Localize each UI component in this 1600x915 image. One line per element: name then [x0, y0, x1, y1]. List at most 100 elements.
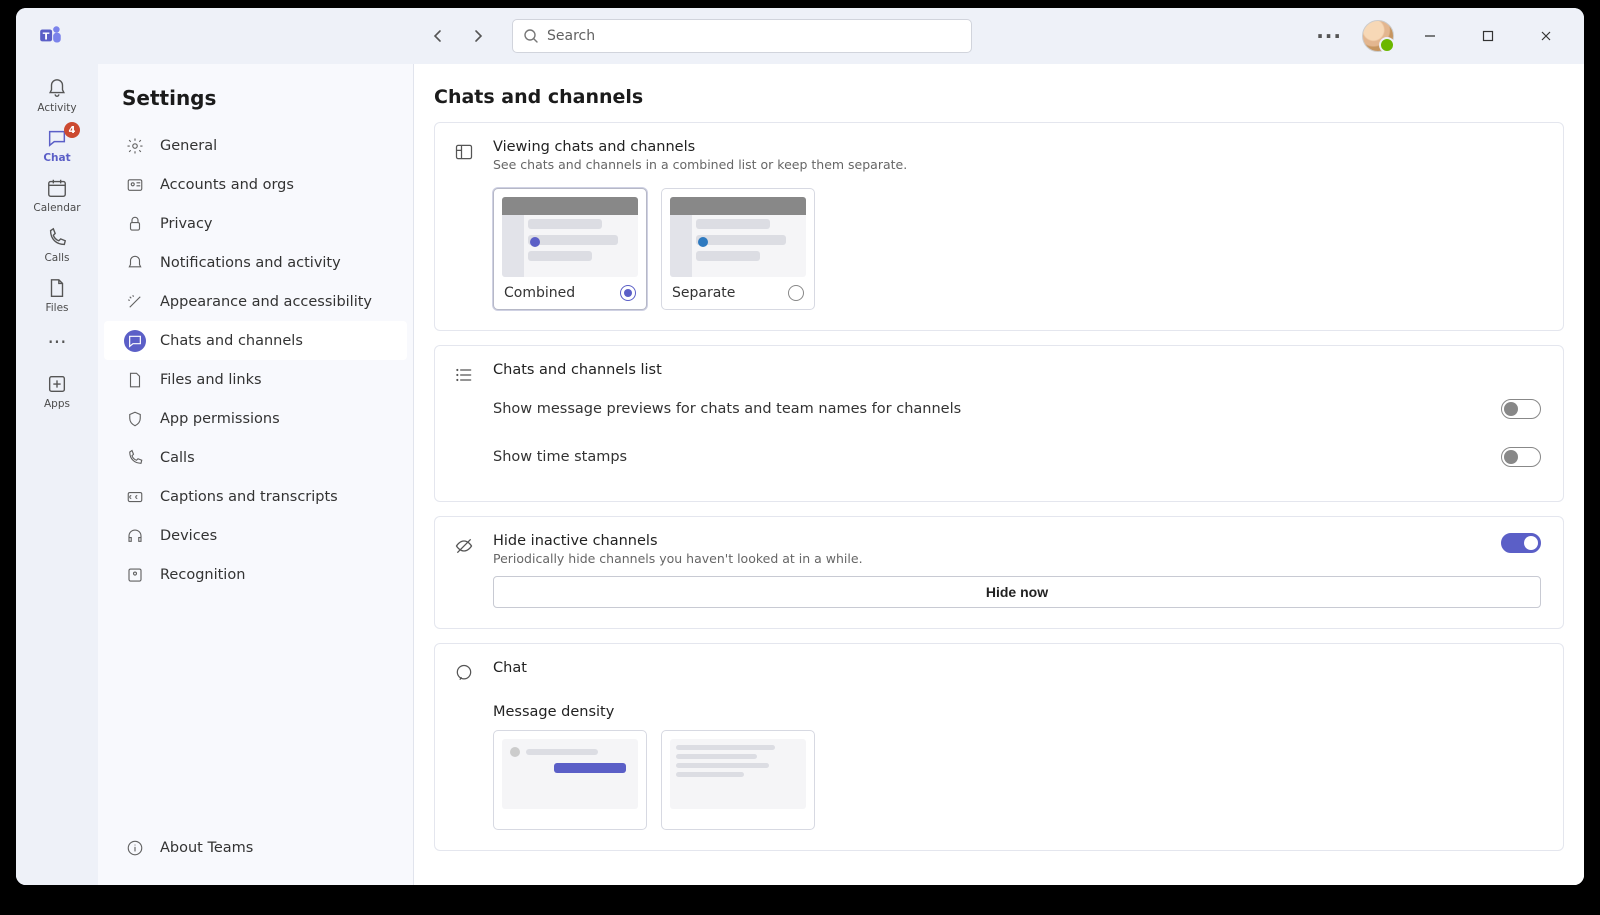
nav-notifications[interactable]: Notifications and activity [104, 243, 407, 282]
rail-more-button[interactable]: ··· [37, 320, 76, 364]
teams-logo-icon: T [26, 8, 76, 64]
rail-label: Calls [44, 252, 69, 264]
chat-icon [451, 660, 477, 830]
nav-forward-button[interactable] [462, 20, 494, 52]
list-card: Chats and channels list Show message pre… [434, 345, 1564, 502]
rail-activity[interactable]: Activity [24, 70, 90, 118]
nav-back-button[interactable] [422, 20, 454, 52]
search-input[interactable]: Search [512, 19, 972, 53]
apps-icon [45, 372, 69, 396]
option-label: Combined [504, 285, 575, 301]
view-option-combined[interactable]: Combined [493, 188, 647, 310]
nav-chats-and-channels[interactable]: Chats and channels [104, 321, 407, 360]
rail-label: Calendar [33, 202, 80, 214]
viewing-title: Viewing chats and channels [493, 139, 1541, 155]
file-icon [45, 276, 69, 300]
rail-apps[interactable]: Apps [24, 366, 90, 414]
calendar-icon [45, 176, 69, 200]
rail-label: Apps [44, 398, 70, 410]
eye-off-icon [451, 533, 477, 608]
window-maximize-button[interactable] [1466, 20, 1510, 52]
list-icon [451, 362, 477, 385]
setting-previews-label: Show message previews for chats and team… [493, 401, 961, 417]
hide-title: Hide inactive channels [493, 533, 863, 549]
bell-icon [45, 76, 69, 100]
density-option-comfy[interactable] [493, 730, 647, 830]
nav-devices[interactable]: Devices [104, 516, 407, 555]
nav-label: Calls [160, 450, 195, 466]
hide-desc: Periodically hide channels you haven't l… [493, 551, 863, 566]
window-minimize-button[interactable] [1408, 20, 1452, 52]
gear-icon [124, 135, 146, 157]
nav-label: Accounts and orgs [160, 177, 294, 193]
app-window: T Search ··· Activity [16, 8, 1584, 885]
nav-app-permissions[interactable]: App permissions [104, 399, 407, 438]
nav-calls[interactable]: Calls [104, 438, 407, 477]
settings-nav: Settings General Accounts and orgs Priva… [98, 64, 414, 885]
nav-privacy[interactable]: Privacy [104, 204, 407, 243]
nav-label: About Teams [160, 840, 253, 856]
nav-accounts[interactable]: Accounts and orgs [104, 165, 407, 204]
chat-card: Chat Message density [434, 643, 1564, 851]
app-rail: Activity 4 Chat Calendar Calls Files ··· [16, 64, 98, 885]
file-icon [124, 369, 146, 391]
rail-chat[interactable]: 4 Chat [24, 120, 90, 168]
option-label: Separate [672, 285, 735, 301]
nav-appearance[interactable]: Appearance and accessibility [104, 282, 407, 321]
nav-label: Captions and transcripts [160, 489, 338, 505]
hide-now-button[interactable]: Hide now [493, 576, 1541, 608]
rail-calendar[interactable]: Calendar [24, 170, 90, 218]
rail-calls[interactable]: Calls [24, 220, 90, 268]
rail-label: Files [45, 302, 68, 314]
nav-about-teams[interactable]: About Teams [104, 828, 407, 867]
setting-timestamps-label: Show time stamps [493, 449, 627, 465]
nav-label: Recognition [160, 567, 245, 583]
lock-icon [124, 213, 146, 235]
contact-card-icon [124, 174, 146, 196]
viewing-card: Viewing chats and channels See chats and… [434, 122, 1564, 331]
viewing-desc: See chats and channels in a combined lis… [493, 157, 1541, 172]
badge-icon [124, 564, 146, 586]
radio-separate [788, 285, 804, 301]
wand-icon [124, 291, 146, 313]
nav-label: Files and links [160, 372, 262, 388]
nav-label: General [160, 138, 217, 154]
chat-bubble-icon [124, 330, 146, 352]
hide-inactive-card: Hide inactive channels Periodically hide… [434, 516, 1564, 629]
toggle-previews[interactable] [1501, 399, 1541, 419]
separate-preview [670, 197, 806, 277]
info-icon [124, 837, 146, 859]
toggle-timestamps[interactable] [1501, 447, 1541, 467]
search-icon [523, 28, 539, 44]
titlebar-more-button[interactable]: ··· [1310, 20, 1348, 52]
density-option-compact[interactable] [661, 730, 815, 830]
combined-preview [502, 197, 638, 277]
nav-captions[interactable]: Captions and transcripts [104, 477, 407, 516]
chat-section-title: Chat [493, 660, 1541, 676]
rail-files[interactable]: Files [24, 270, 90, 318]
phone-icon [45, 226, 69, 250]
search-placeholder: Search [547, 28, 595, 44]
title-bar: T Search ··· [16, 8, 1584, 64]
toggle-hide-inactive[interactable] [1501, 533, 1541, 553]
user-avatar[interactable] [1362, 20, 1394, 52]
nav-files-and-links[interactable]: Files and links [104, 360, 407, 399]
page-title: Chats and channels [434, 84, 1564, 122]
bell-icon [124, 252, 146, 274]
list-title: Chats and channels list [493, 362, 1541, 378]
nav-general[interactable]: General [104, 126, 407, 165]
nav-label: Notifications and activity [160, 255, 341, 271]
view-option-separate[interactable]: Separate [661, 188, 815, 310]
nav-label: App permissions [160, 411, 280, 427]
layout-icon [451, 139, 477, 310]
window-close-button[interactable] [1524, 20, 1568, 52]
phone-icon [124, 447, 146, 469]
shield-icon [124, 408, 146, 430]
radio-combined [620, 285, 636, 301]
captions-icon [124, 486, 146, 508]
nav-label: Privacy [160, 216, 213, 232]
chat-badge: 4 [64, 122, 80, 138]
rail-label: Chat [43, 152, 70, 164]
nav-label: Chats and channels [160, 333, 303, 349]
nav-recognition[interactable]: Recognition [104, 555, 407, 594]
